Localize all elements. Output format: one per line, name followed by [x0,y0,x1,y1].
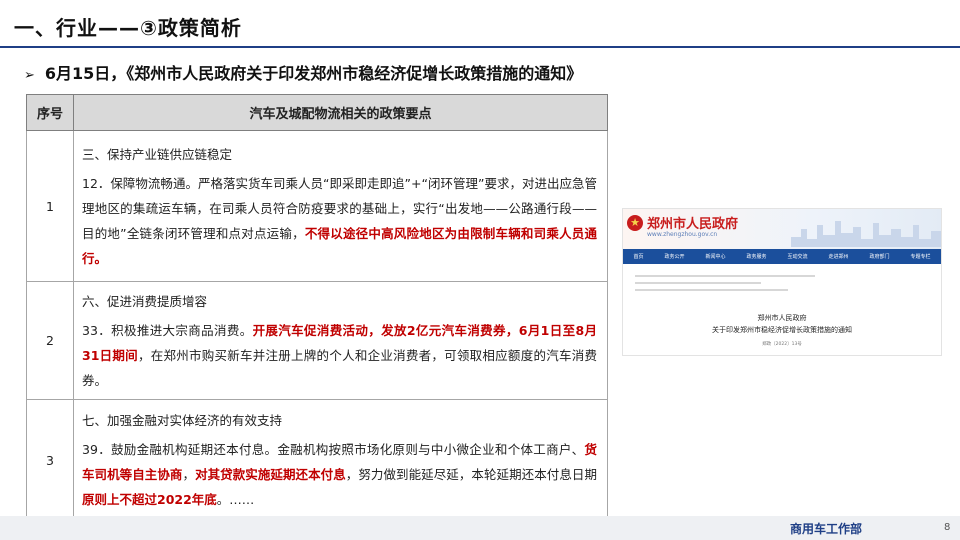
info-line [635,275,815,277]
info-line [635,289,788,291]
row-number: 3 [26,399,74,521]
nav-item[interactable]: 走进郑州 [828,253,848,260]
nav-item[interactable]: 首页 [633,253,643,260]
row-highlight: 对其贷款实施延期还本付息 [195,467,346,482]
site-url: www.zhengzhou.gov.cn [647,231,718,238]
table-row: 3 七、加强金融对实体经济的有效支持 39．鼓励金融机构延期还本付息。金融机构按… [26,399,608,521]
table-header-row: 序号 汽车及城配物流相关的政策要点 [26,94,608,131]
government-notice-screenshot: ★ 郑州市人民政府 www.zhengzhou.gov.cn 首页 政务公开 新… [622,208,942,356]
page-number: 8 [944,522,951,533]
row-heading: 六、促进消费提质增容 [82,293,208,309]
row-content: 六、促进消费提质增容 33．积极推进大宗商品消费。开展汽车促消费活动，发放2亿元… [73,281,608,400]
table-row: 2 六、促进消费提质增容 33．积极推进大宗商品消费。开展汽车促消费活动，发放2… [26,281,608,400]
row-content: 七、加强金融对实体经济的有效支持 39．鼓励金融机构延期还本付息。金融机构按照市… [73,399,608,521]
footer-department: 商用车工作部 [790,522,863,536]
row-text: ，努力做到能延尽延，本轮延期还本付息日期 [345,467,597,482]
row-heading: 七、加强金融对实体经济的有效支持 [82,413,283,428]
nav-item[interactable]: 新闻中心 [705,253,725,260]
nav-item[interactable]: 政务公开 [664,253,684,260]
notice-title: 关于印发郑州市稳经济促增长政策措施的通知 [712,326,852,334]
info-line [635,282,761,284]
national-emblem-icon: ★ [627,215,643,231]
nav-item[interactable]: 政务服务 [746,253,766,260]
subtitle: ➢ 6月15日，《郑州市人民政府关于印发郑州市稳经济促增长政策措施的通知》 [24,60,582,84]
nav-item[interactable]: 专题专栏 [910,253,930,260]
column-header-number: 序号 [26,94,74,131]
site-name: 郑州市人民政府 [647,217,739,232]
row-body: 39．鼓励金融机构延期还本付息。金融机构按照市场化原则与中小微企业和个体工商户、… [82,437,597,512]
row-content: 三、保持产业链供应链稳定 12．保障物流畅通。严格落实货车司乘人员“即采即走即追… [73,130,608,282]
row-text: 39．鼓励金融机构延期还本付息。金融机构按照市场化原则与中小微企业和个体工商户、 [82,442,585,457]
row-text: ， [182,467,196,482]
document-info-lines [635,275,815,305]
row-text: ，在郑州市购买新车并注册上牌的个人和企业消费者，可领取相应额度的汽车消费券。 [82,347,597,388]
site-nav: 首页 政务公开 新闻中心 政务服务 互动交流 走进郑州 政府部门 专题专栏 [623,249,941,264]
title-divider [0,46,960,48]
row-number: 1 [26,130,74,282]
arrow-bullet-icon: ➢ [24,68,35,83]
city-skyline-icon [791,221,941,247]
site-banner: ★ 郑州市人民政府 www.zhengzhou.gov.cn [623,209,941,249]
notice-issuer: 郑州市人民政府 [757,314,807,322]
nav-item[interactable]: 政府部门 [869,253,889,260]
subtitle-text: 6月15日，《郑州市人民政府关于印发郑州市稳经济促增长政策措施的通知》 [44,64,583,83]
row-text: 。…… [216,492,255,507]
page-title: 一、行业——③政策简析 [14,16,242,40]
row-body: 33．积极推进大宗商品消费。开展汽车促消费活动，发放2亿元汽车消费券，6月1日至… [82,318,597,393]
row-highlight: 原则上不超过2022年底 [82,492,217,507]
nav-item[interactable]: 互动交流 [787,253,807,260]
table-row: 1 三、保持产业链供应链稳定 12．保障物流畅通。严格落实货车司乘人员“即采即走… [26,130,608,282]
policy-table: 序号 汽车及城配物流相关的政策要点 1 三、保持产业链供应链稳定 12．保障物流… [26,94,608,521]
notice-number: 郑政〔2022〕13号 [762,342,802,347]
row-heading: 三、保持产业链供应链稳定 [82,146,233,162]
row-text: 33．积极推进大宗商品消费。 [82,322,253,338]
row-body: 12．保障物流畅通。严格落实货车司乘人员“即采即走即追”+“闭环管理”要求，对进… [82,171,597,271]
column-header-content: 汽车及城配物流相关的政策要点 [73,94,608,131]
row-number: 2 [26,281,74,400]
